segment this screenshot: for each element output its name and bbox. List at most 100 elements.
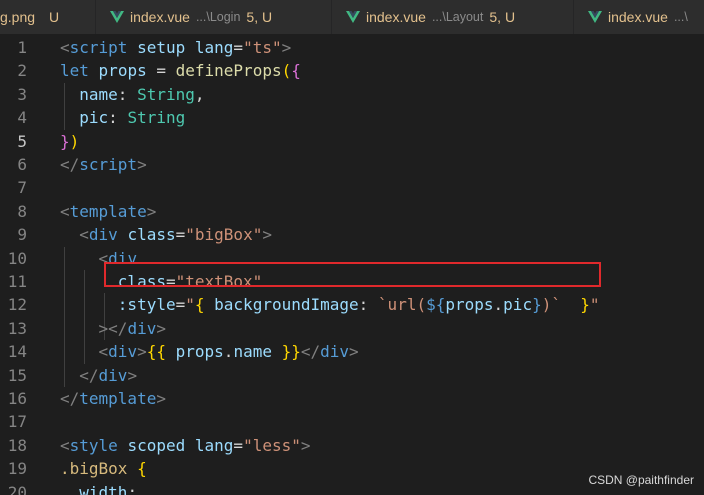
code-text: width: — [60, 481, 137, 495]
code-line[interactable]: 4 pic: String — [0, 106, 704, 129]
code-token: :style — [117, 295, 176, 315]
code-line[interactable]: 16 </template> — [0, 387, 704, 410]
tab-name: index.vue — [366, 9, 426, 25]
tab-layout-index-vue[interactable]: index.vue ...\Layout 5, U — [332, 0, 574, 34]
code-text: </template> — [60, 387, 166, 410]
code-line[interactable]: 3 name: String, — [0, 83, 704, 106]
code-token: < — [60, 38, 70, 57]
code-token: backgroundImage — [214, 295, 359, 315]
code-token: String — [137, 84, 195, 104]
code-token: script — [69, 38, 128, 57]
line-number: 9 — [17, 225, 27, 245]
tab-status: U — [49, 9, 60, 25]
vue-icon — [588, 11, 602, 23]
code-token: name — [79, 84, 118, 104]
line-number: 14 — [7, 342, 27, 362]
code-line[interactable]: 17 — [0, 410, 704, 433]
code-token: template — [79, 389, 157, 408]
code-line[interactable]: 15 </div> — [0, 364, 704, 387]
code-token: < — [60, 201, 70, 221]
code-token: width — [79, 482, 128, 495]
editor-tab-bar: g.png U index.vue ...\Login 5, U index.v… — [0, 0, 704, 34]
code-line[interactable]: 1 <script setup lang="ts"> — [0, 36, 704, 59]
tab-login-index-vue[interactable]: index.vue ...\Login 5, U — [96, 0, 332, 34]
code-token: . — [223, 342, 234, 362]
code-token: pic — [79, 108, 109, 128]
code-token: > — [146, 201, 157, 221]
code-token: > — [156, 389, 166, 408]
code-text: }) — [60, 130, 79, 153]
code-token: { — [137, 459, 147, 479]
line-number: 7 — [17, 178, 27, 198]
code-line[interactable]: 9 <div class="bigBox"> — [0, 223, 704, 246]
line-number: 1 — [17, 38, 27, 57]
watermark: CSDN @paithfinder — [588, 473, 694, 487]
code-token: script — [79, 155, 138, 174]
code-line[interactable]: 12 :style="{ backgroundImage: `url(${pro… — [0, 293, 704, 316]
code-token: = — [146, 61, 176, 81]
tab-name: g.png — [0, 9, 36, 25]
code-line[interactable]: 13 ></div> — [0, 317, 704, 340]
code-token: div — [127, 318, 157, 338]
code-token: = — [233, 38, 244, 57]
code-token: </ — [60, 389, 80, 408]
code-token: } — [580, 295, 590, 315]
code-line[interactable]: 7 — [0, 176, 704, 199]
line-number: 10 — [7, 248, 27, 268]
code-text: <div>{{ props.name }}</div> — [60, 340, 359, 363]
line-number: 8 — [17, 201, 27, 221]
code-line[interactable]: 18 <style scoped lang="less"> — [0, 434, 704, 457]
code-token: {{ — [146, 342, 166, 362]
code-token: </ — [60, 155, 80, 174]
code-token: > — [137, 155, 147, 174]
code-token: pic — [503, 295, 533, 315]
code-token: : — [117, 84, 138, 104]
code-token: : — [108, 108, 128, 128]
code-token: > — [156, 318, 166, 338]
code-token: props — [98, 61, 147, 81]
code-line[interactable]: 2 let props = defineProps({ — [0, 59, 704, 82]
code-line[interactable]: 5}) — [0, 130, 704, 153]
code-token: name — [233, 342, 272, 362]
tab-name: index.vue — [608, 9, 668, 25]
code-token: .bigBox — [60, 459, 128, 479]
code-token: = — [233, 435, 244, 455]
code-token: div — [108, 342, 138, 362]
line-number: 3 — [17, 84, 27, 104]
code-token: } — [60, 131, 70, 151]
code-token: < — [60, 435, 70, 455]
code-token: = — [175, 225, 186, 245]
code-line[interactable]: 6 </script> — [0, 153, 704, 176]
code-text: </div> — [60, 364, 137, 387]
code-text: ></div> — [60, 317, 166, 340]
code-token: { — [194, 295, 205, 315]
tab-name: index.vue — [130, 9, 190, 25]
code-token: : — [127, 482, 138, 495]
vue-icon — [346, 11, 360, 23]
code-text: .bigBox { — [60, 457, 147, 480]
code-text: </script> — [60, 153, 147, 176]
tab-png-file[interactable]: g.png U — [0, 0, 96, 34]
code-token: }} — [281, 342, 301, 362]
code-token: scoped — [127, 435, 186, 455]
code-token: div — [98, 365, 128, 385]
code-token: } — [532, 295, 542, 315]
code-token: > — [137, 342, 147, 362]
code-line[interactable]: 14 <div>{{ props.name }}</div> — [0, 340, 704, 363]
code-token: ) — [69, 131, 80, 151]
tab-index-vue[interactable]: index.vue ...\ — [574, 0, 704, 34]
code-token: style — [69, 435, 118, 455]
code-line[interactable]: 8 <template> — [0, 200, 704, 223]
